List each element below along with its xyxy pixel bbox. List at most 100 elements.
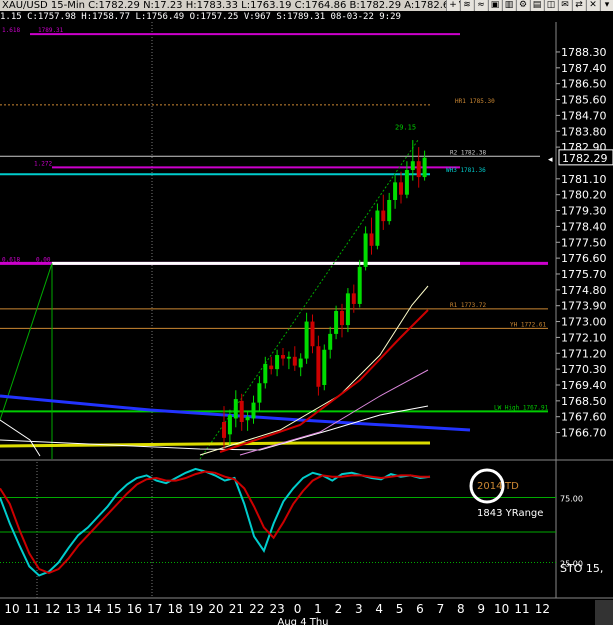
- candle-body-24: [363, 233, 368, 267]
- candle-body-12: [292, 356, 297, 366]
- price-tick-21: 1769.40: [561, 379, 607, 392]
- td-label: TD: [504, 481, 519, 492]
- time-tick-19: 5: [396, 602, 404, 616]
- candle-body-18: [328, 333, 333, 350]
- last-price-arrow: ◂: [548, 155, 553, 165]
- price-tick-17: 1773.00: [561, 316, 607, 329]
- candle-body-19: [334, 310, 339, 334]
- candle-body-17: [322, 349, 327, 385]
- time-tick-24: 10: [494, 602, 509, 616]
- time-tick-7: 17: [147, 602, 162, 616]
- candle-body-23: [357, 266, 362, 304]
- time-tick-10: 20: [208, 602, 223, 616]
- candle-body-14: [304, 321, 309, 359]
- price-tick-22: 1768.50: [561, 395, 607, 408]
- price-tick-12: 1777.50: [561, 236, 607, 249]
- candle-body-33: [416, 161, 421, 178]
- time-tick-5: 15: [106, 602, 121, 616]
- price-tick-4: 1784.70: [561, 109, 607, 122]
- time-tick-13: 23: [270, 602, 285, 616]
- price-tick-16: 1773.90: [561, 300, 607, 313]
- candle-body-31: [404, 170, 409, 195]
- sto-label: STO 15,: [560, 562, 603, 575]
- td-value: 2014: [477, 481, 502, 492]
- candle-body-16: [316, 346, 321, 387]
- time-tick-4: 14: [86, 602, 101, 616]
- price-tick-1: 1787.40: [561, 62, 607, 75]
- price-tick-5: 1783.80: [561, 125, 607, 138]
- sto-series-0: [0, 467, 431, 577]
- level-label-1: HR1 1785.30: [455, 98, 495, 105]
- time-tick-12: 22: [249, 602, 264, 616]
- level-label-3: 1.272: [34, 160, 52, 167]
- td-range: 1843 YRange: [477, 508, 543, 519]
- price-tick-8: 1781.10: [561, 173, 607, 186]
- time-tick-18: 4: [375, 602, 383, 616]
- level-label-8: LW High 1767.91: [494, 404, 549, 411]
- candle-body-0: [222, 421, 226, 438]
- price-tick-15: 1774.80: [561, 284, 607, 297]
- price-tick-11: 1778.40: [561, 220, 607, 233]
- time-tick-2: 12: [45, 602, 60, 616]
- time-tick-11: 21: [229, 602, 244, 616]
- candle-body-22: [351, 293, 356, 304]
- date-label: Aug 4 Thu: [277, 617, 328, 625]
- time-tick-0: 10: [4, 602, 19, 616]
- price-tick-23: 1767.60: [561, 411, 607, 424]
- time-tick-1: 11: [25, 602, 40, 616]
- candle-body-15: [310, 321, 315, 347]
- price-tick-19: 1771.20: [561, 347, 607, 360]
- time-tick-14: 0: [294, 602, 302, 616]
- sto-tick-1: 75.00: [560, 495, 583, 504]
- time-tick-16: 2: [335, 602, 343, 616]
- time-tick-22: 8: [457, 602, 465, 616]
- candle-body-28: [387, 199, 392, 222]
- level-label-2: R2 1782.38: [450, 149, 487, 156]
- price-tick-24: 1766.70: [561, 427, 607, 440]
- time-tick-6: 16: [127, 602, 142, 616]
- candle-body-32: [410, 161, 415, 171]
- annotation-0: 29.15: [395, 124, 416, 132]
- candle-body-6: [257, 383, 262, 403]
- level-label-4: WH3 1781.36: [446, 167, 486, 174]
- time-tick-17: 3: [355, 602, 363, 616]
- candle-body-25: [369, 233, 374, 246]
- candle-body-29: [393, 182, 398, 200]
- candle-body-7: [263, 363, 268, 384]
- time-tick-26: 12: [535, 602, 550, 616]
- price-tick-0: 1788.30: [561, 46, 607, 59]
- candle-body-26: [375, 210, 380, 246]
- time-tick-8: 18: [168, 602, 183, 616]
- price-tick-3: 1785.60: [561, 94, 607, 107]
- candle-body-13: [298, 358, 303, 368]
- time-tick-23: 9: [477, 602, 485, 616]
- time-tick-25: 11: [514, 602, 529, 616]
- time-tick-21: 7: [437, 602, 445, 616]
- level-label-6: R1 1773.72: [450, 302, 487, 309]
- price-tick-10: 1779.30: [561, 205, 607, 218]
- candle-body-21: [345, 293, 350, 326]
- candle-body-4: [245, 416, 250, 421]
- time-tick-15: 1: [314, 602, 322, 616]
- chart-svg: 1789.31 1.618 HR1 1785.30 R2 1782.38 1.272 WH…: [0, 22, 613, 625]
- price-tick-20: 1770.30: [561, 363, 607, 376]
- candle-body-9: [275, 355, 280, 370]
- white-left: [0, 419, 41, 457]
- level-label-7: YH 1772.61: [510, 321, 547, 328]
- candle-body-3: [239, 400, 244, 422]
- corner-box: [595, 600, 613, 625]
- candle-body-30: [399, 182, 403, 195]
- price-tick-9: 1780.20: [561, 189, 607, 202]
- fib-label-0: 1.618: [2, 27, 20, 34]
- price-tick-13: 1776.60: [561, 252, 607, 265]
- price-tick-2: 1786.50: [561, 78, 607, 91]
- candle-body-11: [286, 356, 291, 359]
- price-tick-18: 1772.10: [561, 331, 607, 344]
- level-label-0: 1789.31: [38, 27, 64, 34]
- fib-label-5: 0.618: [2, 256, 20, 263]
- candle-body-2: [233, 399, 238, 419]
- sto-series-1: [0, 470, 430, 574]
- last-price-label: 1782.29: [562, 152, 608, 165]
- candle-body-20: [340, 310, 344, 326]
- time-tick-9: 19: [188, 602, 203, 616]
